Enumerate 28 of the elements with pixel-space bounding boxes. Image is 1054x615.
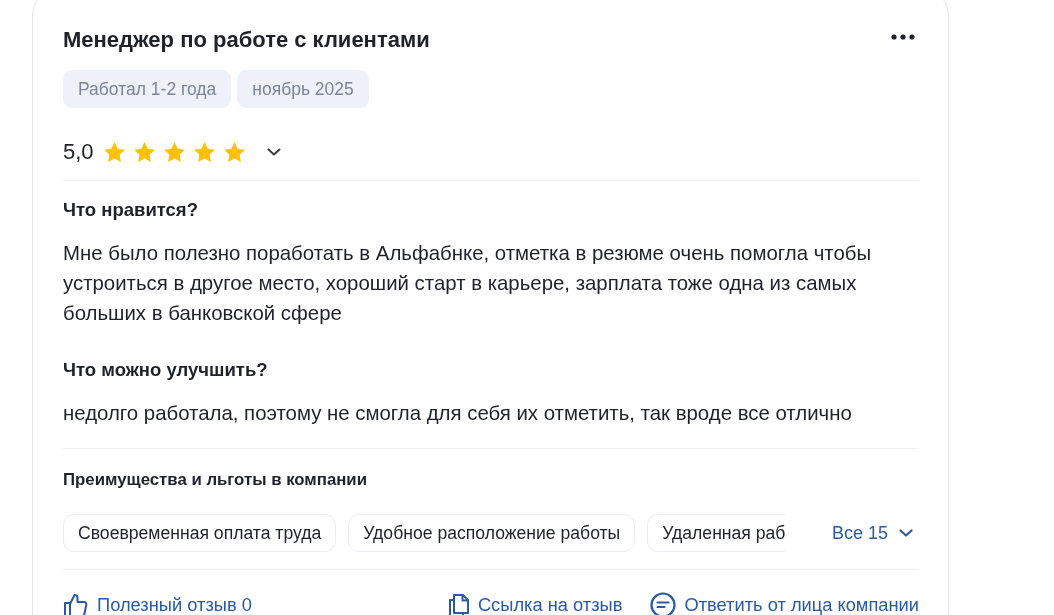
star-icon: [133, 142, 155, 162]
star-icon: [223, 142, 245, 162]
copy-icon: [447, 593, 470, 615]
tag: Работал 1-2 года: [63, 70, 232, 108]
review-text: Мне было полезно поработать в Альфабнке, отметка в резюме очень помогла чтобы устроиться в другое место, хороший старт в карьере, зарплата тоже одна из самых больших в банковской сфере: [63, 241, 873, 326]
helpful-button[interactable]: Полезный отзыв 0: [63, 592, 252, 615]
benefits-heading: Преимущества и льготы в компании: [63, 469, 368, 491]
review-text: недолго работала, поэтому не смогла для себя их отметить, так вроде все отлично: [63, 401, 853, 426]
star-icon: [193, 142, 215, 162]
more-button[interactable]: [891, 34, 915, 40]
section-heading: Что нравится?: [63, 198, 199, 222]
show-all-button[interactable]: Все 15: [831, 518, 913, 548]
benefit-chip: Удаленная раб: [647, 514, 786, 552]
chevron-down-icon: [266, 148, 281, 156]
reply-button[interactable]: Ответить от лица компании: [650, 592, 919, 615]
star-icon: [163, 142, 185, 162]
benefit-chip: Удобное расположение работы: [348, 514, 636, 552]
rating-score: 5,0: [63, 138, 94, 166]
chat-icon: [650, 592, 677, 615]
section-heading: Что можно улучшить?: [63, 358, 269, 382]
star-icon: [103, 142, 125, 162]
chevron-down-icon: [899, 529, 913, 537]
share-link-button[interactable]: Ссылка на отзыв: [447, 592, 623, 615]
more-icon: [891, 34, 915, 40]
tag: ноябрь 2025: [237, 70, 369, 108]
benefit-chip: Своевременная оплата труда: [63, 514, 337, 552]
thumbs-up-icon: [63, 592, 89, 615]
review-title: Менеджер по работе с клиентами: [63, 27, 430, 53]
